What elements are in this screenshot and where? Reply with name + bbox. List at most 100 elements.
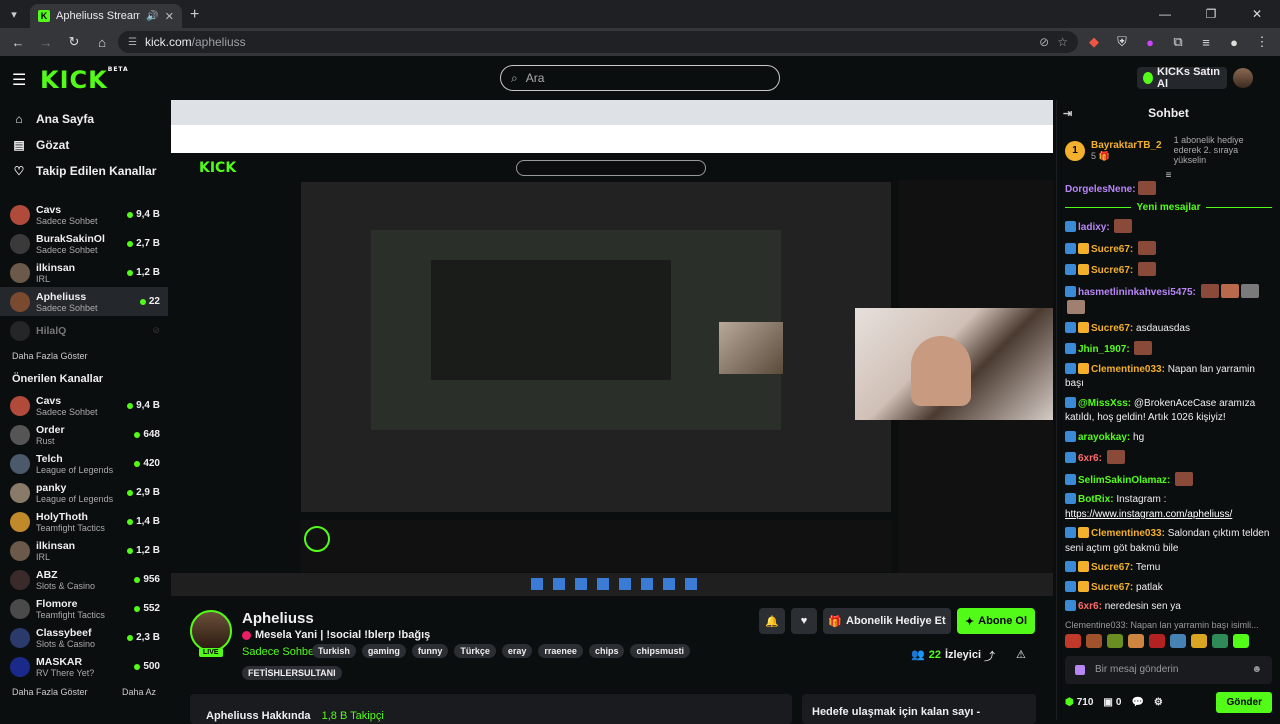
instagram-link[interactable]: https://www.instagram.com/apheliuss/ (1065, 509, 1232, 520)
emote[interactable] (1065, 633, 1081, 648)
chat-filter-icon[interactable]: ≡ (1057, 170, 1280, 181)
eye-off-icon[interactable]: ⊘ (1039, 35, 1049, 49)
notification-bell-button[interactable]: 🔔 (759, 608, 785, 634)
chat-username[interactable]: BotRix: (1078, 494, 1114, 505)
chat-username[interactable]: hasmetlininkahvesi5475: (1078, 287, 1196, 298)
chest-display[interactable]: ▣ 0 (1103, 697, 1121, 708)
sidebar-channel[interactable]: BurakSakinOl Sadece Sohbet 2,7 B (0, 229, 168, 258)
send-button[interactable]: Gönder (1216, 691, 1272, 713)
sidebar-channel[interactable]: Classybeef Slots & Casino 2,3 B (0, 623, 168, 652)
chat-username[interactable]: Jhin_1907: (1078, 344, 1130, 355)
points-display[interactable]: ⬢ 710 (1065, 697, 1093, 708)
share-icon[interactable]: ⤴ (984, 648, 995, 664)
sidebar-channel[interactable]: ilkinsan IRL 1,2 B (0, 258, 168, 287)
sidebar-channel[interactable]: panky League of Legends 2,9 B (0, 478, 168, 507)
chat-username[interactable]: 6xr6: (1078, 453, 1102, 464)
puzzle-icon[interactable]: ⧉ (1166, 30, 1190, 54)
chat-username[interactable]: Sucre67: (1091, 323, 1133, 334)
stream-category[interactable]: Sadece Sohbet (242, 646, 317, 658)
settings-gear-icon[interactable]: ⚙ (1154, 697, 1163, 708)
subscribe-button[interactable]: ✦ Abone Ol (957, 608, 1035, 634)
tag[interactable]: gaming (361, 644, 406, 658)
chat-username[interactable]: arayokkay: (1078, 432, 1130, 443)
kicks-buy-button[interactable]: KICKs Satın Al (1137, 66, 1227, 90)
nav-following[interactable]: ♡ Takip Edilen Kanallar (0, 158, 168, 184)
forward-icon[interactable]: → (34, 30, 58, 54)
favorite-button[interactable]: ♥ (791, 608, 817, 634)
video-player[interactable]: KICK (171, 100, 1053, 596)
tag[interactable]: Turkish (312, 644, 356, 658)
tab-search-icon[interactable]: ▾ (0, 0, 28, 28)
chat-username[interactable]: Sucre67: (1091, 244, 1133, 255)
close-window-icon[interactable]: ✕ (1234, 0, 1280, 28)
chat-username[interactable]: Sucre67: (1091, 562, 1133, 573)
streamer-name[interactable]: Apheliuss (242, 610, 314, 627)
tag[interactable]: Türkçe (454, 644, 496, 658)
chat-bubble-icon[interactable]: 💬 (1131, 697, 1143, 708)
tab-close-icon[interactable]: ✕ (165, 10, 174, 23)
maximize-icon[interactable]: ❐ (1188, 0, 1234, 28)
extension-2-icon[interactable]: ● (1138, 30, 1162, 54)
emote[interactable] (1086, 633, 1102, 648)
tag[interactable]: rraenee (538, 644, 583, 658)
kick-emote-icon[interactable] (1075, 664, 1085, 675)
chat-username[interactable]: @MissXss: (1078, 398, 1131, 409)
sidebar-channel[interactable]: Flomore Teamfight Tactics 552 (0, 594, 168, 623)
sidebar-channel[interactable]: Cavs Sadece Sohbet 9,4 B (0, 200, 168, 229)
sidebar-channel[interactable]: Cavs Sadece Sohbet 9,4 B (0, 391, 168, 420)
emote[interactable] (1170, 633, 1186, 648)
emote[interactable] (1107, 633, 1123, 648)
sidebar-channel[interactable]: Order Rust 648 (0, 420, 168, 449)
new-tab-button[interactable]: + (190, 6, 199, 24)
emote[interactable] (1191, 633, 1207, 648)
sidebar-channel[interactable]: Telch League of Legends 420 (0, 449, 168, 478)
sidebar-channel[interactable]: ilkinsan IRL 1,2 B (0, 536, 168, 565)
sidebar-channel[interactable]: MASKAR RV There Yet? 500 (0, 652, 168, 681)
chat-username[interactable]: Clementine033: (1091, 364, 1165, 375)
search-input[interactable]: ⌕ Ara (500, 65, 780, 91)
sidebar-channel[interactable]: HilalQ ⊘ (0, 316, 168, 345)
chat-username[interactable]: 6xr6: (1078, 601, 1102, 612)
collapse-chat-icon[interactable]: ⇥ (1063, 107, 1072, 120)
tag[interactable]: chips (588, 644, 625, 658)
media-icon[interactable]: ≡ (1194, 30, 1218, 54)
menu-kebab-icon[interactable]: ⋮ (1250, 30, 1274, 54)
extension-icon[interactable]: ◆ (1082, 30, 1106, 54)
nav-browse[interactable]: ▤ Gözat (0, 132, 168, 158)
show-less-recommended[interactable]: Daha Az (122, 687, 156, 697)
sidebar-channel[interactable]: Apheliuss Sadece Sohbet 22 (0, 287, 168, 316)
tab-audio-icon[interactable]: 🔊 (146, 11, 158, 22)
chat-username[interactable]: DorgelesNene: (1065, 184, 1136, 195)
emote[interactable] (1233, 633, 1249, 648)
chat-username[interactable]: Sucre67: (1091, 265, 1133, 276)
streamer-avatar[interactable] (190, 610, 232, 652)
user-avatar[interactable] (1233, 68, 1253, 88)
show-more-recommended[interactable]: Daha Fazla Göster (12, 687, 88, 697)
tag[interactable]: FETİSHLERSULTANI (242, 666, 342, 680)
hamburger-menu-icon[interactable]: ☰ (12, 70, 26, 90)
chat-username[interactable]: ladixy: (1078, 222, 1110, 233)
shield-icon[interactable]: ⛨ (1110, 30, 1134, 54)
chat-input[interactable]: Bir mesaj gönderin ☻ (1065, 655, 1272, 684)
profile-browser-icon[interactable]: ● (1222, 30, 1246, 54)
emoji-icon[interactable]: ☻ (1251, 664, 1262, 675)
home-browser-icon[interactable]: ⌂ (90, 30, 114, 54)
chat-username[interactable]: Clementine033: (1091, 528, 1165, 539)
emote[interactable] (1149, 633, 1165, 648)
kick-logo[interactable]: KICKBETA (40, 66, 129, 94)
nav-home[interactable]: ⌂ Ana Sayfa (0, 106, 168, 132)
tag[interactable]: eray (501, 644, 533, 658)
address-bar[interactable]: ☰ kick.com/apheliuss ⊘ ☆ (118, 31, 1078, 53)
sidebar-channel[interactable]: HolyThoth Teamfight Tactics 1,4 B (0, 507, 168, 536)
emote[interactable] (1128, 633, 1144, 648)
tag[interactable]: chipsmusti (630, 644, 690, 658)
report-icon[interactable]: ⚠ (1016, 648, 1026, 661)
chat-username[interactable]: SelimSakinOlamaz: (1078, 475, 1170, 486)
emote[interactable] (1212, 633, 1228, 648)
show-more-followed[interactable]: Daha Fazla Göster (0, 345, 168, 367)
chat-username[interactable]: Sucre67: (1091, 582, 1133, 593)
bookmark-star-icon[interactable]: ☆ (1057, 35, 1068, 49)
minimize-icon[interactable]: — (1142, 0, 1188, 28)
tag[interactable]: funny (411, 644, 449, 658)
gift-sub-button[interactable]: 🎁 Abonelik Hediye Et (823, 608, 951, 634)
